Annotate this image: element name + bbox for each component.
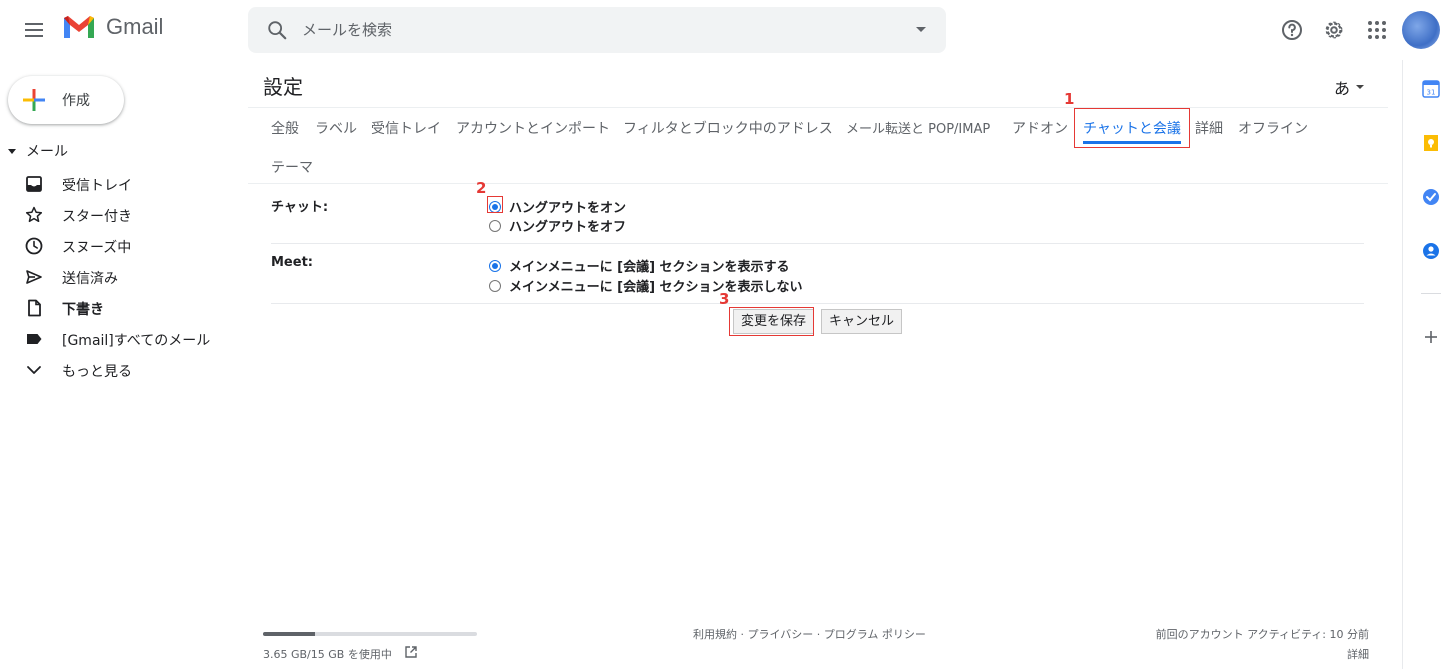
draft-icon	[28, 299, 41, 317]
tab-accounts-import[interactable]: アカウントとインポート	[456, 118, 610, 138]
sidebar-item-label: スヌーズ中	[62, 240, 132, 256]
tab-themes[interactable]: テーマ	[271, 157, 313, 177]
sidebar-item-sent[interactable]: 送信済み	[24, 262, 234, 292]
account-avatar[interactable]	[1402, 11, 1440, 49]
clock-icon	[25, 237, 43, 255]
compose-button[interactable]: 作成	[8, 76, 124, 124]
radio-label: ハングアウトをオン	[509, 201, 627, 216]
annotation-number-3: 3	[719, 290, 730, 308]
main-menu-icon[interactable]	[22, 18, 46, 42]
tasks-icon[interactable]	[1422, 188, 1440, 206]
sidebar-item-all-mail[interactable]: [Gmail]すべてのメール	[24, 324, 234, 354]
tab-inbox[interactable]: 受信トレイ	[371, 118, 441, 138]
radio-label: メインメニューに [会議] セクションを表示しない	[509, 280, 803, 295]
gmail-wordmark: Gmail	[106, 14, 164, 39]
tab-advanced[interactable]: 詳細	[1195, 118, 1223, 138]
search-icon[interactable]	[266, 19, 288, 41]
search-bar[interactable]	[248, 7, 946, 53]
annotation-number-2: 2	[476, 179, 487, 197]
tab-addons[interactable]: アドオン	[1012, 118, 1068, 138]
search-input[interactable]	[302, 7, 862, 53]
dropdown-caret-icon	[1356, 85, 1365, 89]
active-tab-indicator	[1083, 141, 1181, 144]
sidebar-item-label: もっと見る	[62, 364, 132, 380]
sidebar-item-label: 送信済み	[62, 271, 118, 287]
radio-label: メインメニューに [会議] セクションを表示する	[509, 260, 790, 275]
sidebar-item-drafts[interactable]: 下書き	[24, 293, 234, 323]
storage-usage-text: 3.65 GB/15 GB を使用中	[263, 648, 392, 661]
meet-option-hide[interactable]: メインメニューに [会議] セクションを表示しない	[489, 276, 803, 295]
footer-links[interactable]: 利用規約 · プライバシー · プログラム ポリシー	[693, 626, 926, 642]
storage-usage-bar	[263, 632, 477, 636]
divider	[248, 107, 1388, 108]
sidebar-item-starred[interactable]: スター付き	[24, 200, 234, 230]
sidebar-item-label: [Gmail]すべてのメール	[62, 333, 211, 349]
settings-gear-icon[interactable]	[1322, 18, 1346, 42]
compose-plus-icon	[23, 89, 45, 111]
collapse-triangle-icon	[8, 148, 16, 154]
apps-grid-icon[interactable]	[1365, 18, 1389, 42]
help-icon[interactable]	[1280, 18, 1304, 42]
contacts-icon[interactable]	[1422, 242, 1440, 260]
add-addon-plus-icon[interactable]	[1422, 328, 1440, 346]
divider	[271, 243, 1364, 244]
gmail-logo[interactable]: Gmail	[62, 14, 163, 40]
inbox-icon	[26, 176, 42, 192]
radio-button[interactable]	[489, 200, 501, 213]
divider	[271, 303, 1364, 304]
tab-offline[interactable]: オフライン	[1238, 118, 1308, 138]
mail-section-toggle[interactable]: メール	[8, 141, 68, 161]
search-options-icon[interactable]	[916, 27, 926, 32]
activity-details-link[interactable]: 詳細	[1347, 646, 1369, 662]
svg-text:31: 31	[1427, 89, 1436, 97]
tab-chat-meet[interactable]: チャットと会議	[1083, 118, 1181, 138]
meet-label: Meet:	[271, 255, 313, 270]
annotation-number-1: 1	[1064, 90, 1075, 108]
input-tools-button[interactable]: あ	[1334, 75, 1365, 99]
sidebar-item-label: 受信トレイ	[62, 178, 132, 194]
tab-labels[interactable]: ラベル	[315, 118, 357, 138]
sidebar-item-label: スター付き	[62, 209, 132, 225]
keep-icon[interactable]	[1422, 134, 1440, 152]
chat-option-on[interactable]: ハングアウトをオン	[489, 197, 626, 216]
radio-label: ハングアウトをオフ	[509, 220, 627, 235]
chevron-down-icon	[27, 366, 41, 374]
chat-option-off[interactable]: ハングアウトをオフ	[489, 216, 626, 235]
mail-section-label: メール	[26, 144, 68, 160]
storage-usage-fill	[263, 632, 315, 636]
sidebar-item-snoozed[interactable]: スヌーズ中	[24, 231, 234, 261]
send-icon	[26, 270, 42, 284]
star-icon	[25, 206, 43, 223]
sidebar-item-more[interactable]: もっと見る	[24, 355, 234, 385]
save-changes-button[interactable]: 変更を保存	[733, 309, 815, 334]
external-link-icon[interactable]	[404, 645, 418, 659]
gmail-m-icon	[64, 16, 94, 38]
tab-forwarding-pop-imap[interactable]: メール転送と POP/IMAP	[846, 118, 990, 137]
side-panel: 31	[1402, 60, 1456, 669]
radio-button[interactable]	[489, 259, 501, 272]
radio-button[interactable]	[489, 279, 501, 292]
cancel-button[interactable]: キャンセル	[821, 309, 903, 334]
sidebar-item-label: 下書き	[62, 302, 104, 318]
chat-label: チャット:	[271, 200, 329, 215]
divider	[248, 183, 1388, 184]
last-activity-text: 前回のアカウント アクティビティ: 10 分前	[1155, 628, 1369, 641]
side-panel-divider	[1421, 293, 1441, 294]
calendar-icon[interactable]: 31	[1422, 80, 1440, 98]
input-tools-label: あ	[1334, 79, 1351, 98]
tab-general[interactable]: 全般	[271, 118, 299, 138]
top-bar: Gmail	[0, 0, 1456, 60]
page-title: 設定	[263, 75, 303, 99]
sidebar-item-inbox[interactable]: 受信トレイ	[24, 169, 234, 199]
meet-option-show[interactable]: メインメニューに [会議] セクションを表示する	[489, 256, 790, 275]
compose-label: 作成	[62, 93, 90, 109]
label-icon	[27, 334, 42, 344]
radio-button[interactable]	[489, 219, 501, 232]
tab-filters-blocked[interactable]: フィルタとブロック中のアドレス	[623, 118, 833, 138]
